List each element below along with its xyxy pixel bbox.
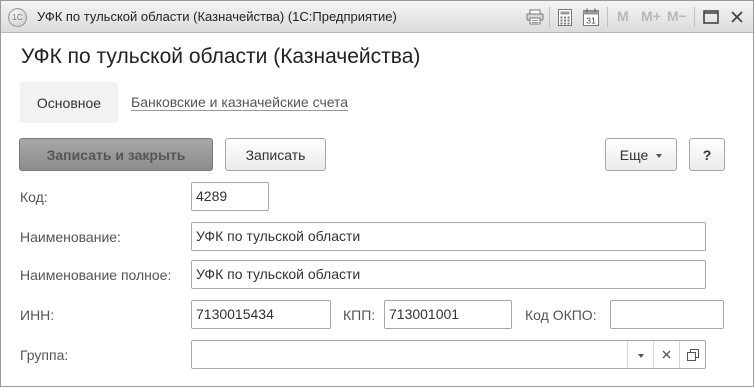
name-label: Наименование:	[20, 229, 121, 245]
restore-icon[interactable]	[701, 7, 721, 27]
tab-main[interactable]: Основное	[20, 82, 118, 123]
full-name-label: Наименование полное:	[20, 267, 172, 283]
more-button-label: Еще	[619, 146, 649, 163]
calendar-day-text: 31	[586, 16, 596, 26]
window-title: УФК по тульской области (Казначейства) (…	[37, 9, 397, 24]
save-and-close-button[interactable]: Записать и закрыть	[19, 138, 213, 171]
app-window: 1С УФК по тульской области (Казначейства…	[0, 0, 754, 387]
inn-field[interactable]: 7130015434	[191, 300, 331, 329]
form-title: УФК по тульской области (Казначейства)	[21, 45, 421, 68]
toolbar-separator	[549, 7, 550, 27]
inn-label: ИНН:	[20, 307, 55, 323]
open-icon[interactable]	[679, 341, 705, 368]
group-label: Группа:	[20, 347, 69, 363]
memory-m-button[interactable]: M	[617, 8, 629, 24]
save-button[interactable]: Записать	[225, 138, 326, 171]
memory-minus-button[interactable]: M−	[667, 8, 687, 24]
code-field[interactable]: 4289	[191, 182, 269, 211]
more-button[interactable]: Еще	[605, 138, 677, 171]
printer-icon[interactable]	[525, 7, 545, 27]
kpp-label: КПП:	[343, 307, 376, 323]
close-icon[interactable]	[727, 7, 747, 27]
clear-icon[interactable]	[653, 341, 679, 368]
toolbar-separator	[607, 7, 608, 27]
name-field[interactable]: УФК по тульской области	[191, 222, 706, 251]
app-logo-icon[interactable]: 1С	[8, 8, 27, 27]
chevron-down-icon	[656, 153, 663, 158]
full-name-field[interactable]: УФК по тульской области	[191, 260, 706, 289]
title-bar: 1С УФК по тульской области (Казначейства…	[1, 1, 753, 33]
help-button[interactable]: ?	[689, 138, 725, 171]
kpp-field[interactable]: 713001001	[384, 300, 512, 329]
toolbar-separator	[694, 7, 695, 27]
dropdown-icon[interactable]	[627, 341, 653, 368]
calendar-icon[interactable]: 31	[581, 7, 601, 27]
code-label: Код:	[20, 189, 48, 205]
okpo-field[interactable]	[610, 300, 724, 329]
tab-bank-accounts[interactable]: Банковские и казначейские счета	[131, 94, 348, 110]
calculator-icon[interactable]	[555, 7, 575, 27]
memory-plus-button[interactable]: M+	[641, 8, 661, 24]
okpo-label: Код ОКПО:	[525, 307, 597, 323]
group-field[interactable]	[191, 340, 706, 369]
